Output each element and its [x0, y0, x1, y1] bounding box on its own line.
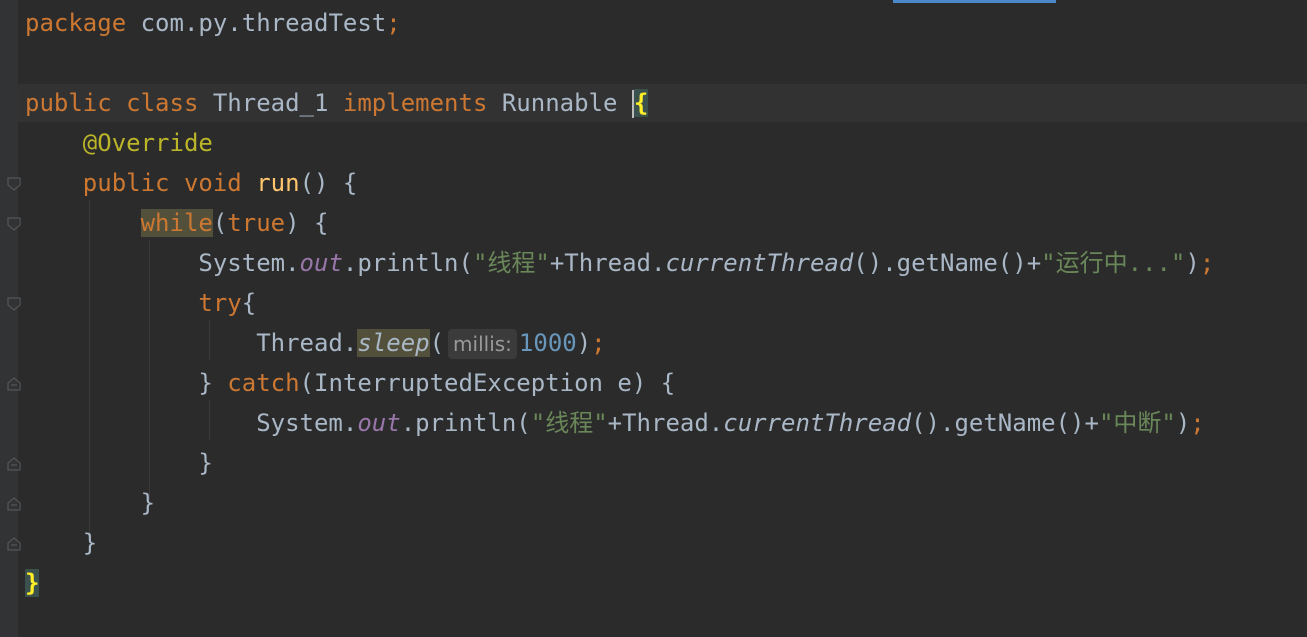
catch-params: (InterruptedException e) {	[299, 369, 676, 397]
code-line-println-interrupted[interactable]: System.out.println("线程"+Thread.currentTh…	[25, 403, 1205, 443]
getname-call: ().getName()+	[911, 409, 1099, 437]
keyword-true: true	[227, 209, 286, 237]
current-thread-call: currentThread	[723, 409, 912, 437]
close-brace: }	[198, 449, 213, 477]
open-paren: (	[429, 329, 445, 357]
concat-thread: +Thread.	[607, 409, 724, 437]
close-brace: }	[140, 489, 156, 517]
current-thread-call: currentThread	[665, 249, 854, 277]
code-line-method-decl[interactable]: public void run() {	[25, 163, 358, 203]
keyword-catch: catch	[227, 369, 300, 397]
out-field: out	[357, 409, 401, 437]
close-paren: )	[576, 329, 592, 357]
code-line-sleep[interactable]: Thread.sleep(millis: 1000);	[25, 323, 606, 363]
println-call: .println(	[342, 249, 473, 277]
string-literal: "中断"	[1098, 409, 1176, 437]
fold-end-icon[interactable]	[7, 537, 21, 551]
package-name: com.py.threadTest	[126, 9, 387, 37]
semicolon: ;	[1190, 409, 1205, 437]
semicolon: ;	[1199, 249, 1215, 277]
string-literal: "线程"	[530, 409, 608, 437]
open-brace: {	[241, 289, 257, 317]
string-literal: "线程"	[472, 249, 550, 277]
method-name: run	[256, 169, 300, 197]
keyword-public: public	[25, 89, 112, 117]
code-line-while[interactable]: while(true) {	[25, 203, 328, 243]
system-ref: System.	[198, 249, 300, 277]
string-literal: "运行中..."	[1041, 249, 1186, 277]
concat-thread: +Thread.	[549, 249, 666, 277]
code-line-close-catch[interactable]: }	[25, 443, 213, 483]
fold-end-icon[interactable]	[7, 497, 21, 511]
keyword-package: package	[25, 9, 127, 37]
matched-open-brace: {	[633, 89, 649, 117]
keyword-implements: implements	[342, 89, 488, 117]
class-name: Thread_1	[198, 89, 343, 117]
code-line-class-decl[interactable]: public class Thread_1 implements Runnabl…	[25, 83, 649, 123]
code-line-annotation[interactable]: @Override	[25, 123, 213, 163]
thread-ref: Thread.	[256, 329, 358, 357]
code-line-package[interactable]: package com.py.threadTest;	[25, 3, 401, 43]
close-paren: )	[1175, 409, 1191, 437]
println-call: .println(	[400, 409, 531, 437]
keyword-while: while	[140, 209, 213, 237]
keyword-try: try	[198, 289, 242, 317]
code-editor[interactable]: package com.py.threadTest; public class …	[0, 0, 1307, 637]
close-paren: )	[1185, 249, 1200, 277]
fold-collapse-icon[interactable]	[7, 177, 21, 191]
out-field: out	[299, 249, 343, 277]
keyword-class: class	[126, 89, 199, 117]
close-brace: }	[82, 529, 98, 557]
fold-end-icon[interactable]	[7, 377, 21, 391]
code-line-println-running[interactable]: System.out.println("线程"+Thread.currentTh…	[25, 243, 1214, 283]
code-line-close-class[interactable]: }	[25, 563, 40, 603]
number-literal: 1000	[518, 329, 577, 357]
fold-collapse-icon[interactable]	[7, 297, 21, 311]
override-annotation: @Override	[82, 129, 213, 157]
fold-end-icon[interactable]	[7, 457, 21, 471]
interface-name: Runnable	[487, 89, 632, 117]
getname-call: ().getName()+	[853, 249, 1042, 277]
sleep-call: sleep	[357, 329, 430, 357]
system-ref: System.	[256, 409, 358, 437]
keyword-public: public	[82, 169, 170, 197]
keyword-void: void	[183, 169, 242, 197]
semicolon: ;	[386, 9, 401, 37]
while-rest: ) {	[285, 209, 329, 237]
close-brace: }	[198, 369, 228, 397]
scroll-position-indicator	[893, 0, 1056, 3]
semicolon: ;	[591, 329, 606, 357]
code-line-close-method[interactable]: }	[25, 523, 97, 563]
code-line-catch[interactable]: } catch(InterruptedException e) {	[25, 363, 675, 403]
fold-collapse-icon[interactable]	[7, 217, 21, 231]
parameter-hint: millis:	[448, 329, 517, 359]
code-line-try[interactable]: try{	[25, 283, 256, 323]
matched-close-brace: }	[25, 569, 40, 597]
method-params: () {	[299, 169, 358, 197]
open-paren: (	[212, 209, 228, 237]
code-line-close-while[interactable]: }	[25, 483, 155, 523]
